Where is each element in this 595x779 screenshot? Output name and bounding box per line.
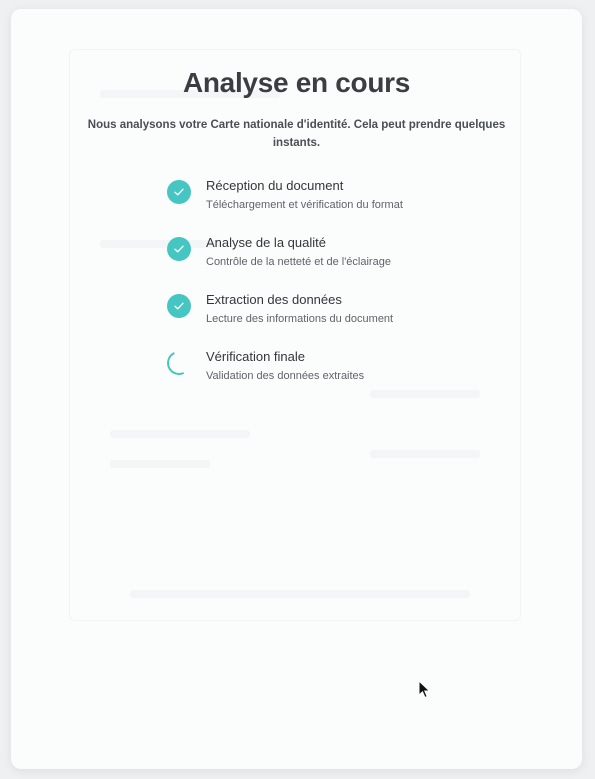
step-title: Analyse de la qualité — [206, 235, 326, 250]
step-reception: Réception du document Téléchargement et … — [167, 177, 487, 234]
spinner-icon — [163, 347, 195, 379]
mouse-cursor-icon — [418, 680, 431, 699]
step-quality: Analyse de la qualité Contrôle de la net… — [167, 234, 487, 291]
step-title: Réception du document — [206, 178, 344, 193]
page-title: Analyse en cours — [182, 67, 411, 98]
step-description: Téléchargement et vérification du format — [206, 199, 403, 211]
check-icon — [167, 294, 191, 318]
step-title: Extraction des données — [206, 292, 342, 307]
step-description: Contrôle de la netteté et de l'éclairage — [206, 256, 391, 268]
check-icon — [167, 180, 191, 204]
page-subtitle: Nous analysons votre Carte nationale d'i… — [87, 119, 506, 149]
check-icon — [167, 237, 191, 261]
analysis-modal: Analyse en cours Nous analysons votre Ca… — [11, 9, 582, 769]
step-description: Lecture des informations du document — [206, 313, 394, 325]
step-final-verification: Vérification finale Validation des donné… — [163, 347, 487, 405]
step-description: Validation des données extraites — [206, 370, 365, 382]
progress-steps: Réception du document Téléchargement et … — [163, 177, 487, 405]
step-extraction: Extraction des données Lecture des infor… — [167, 291, 487, 348]
step-title: Vérification finale — [206, 349, 305, 364]
